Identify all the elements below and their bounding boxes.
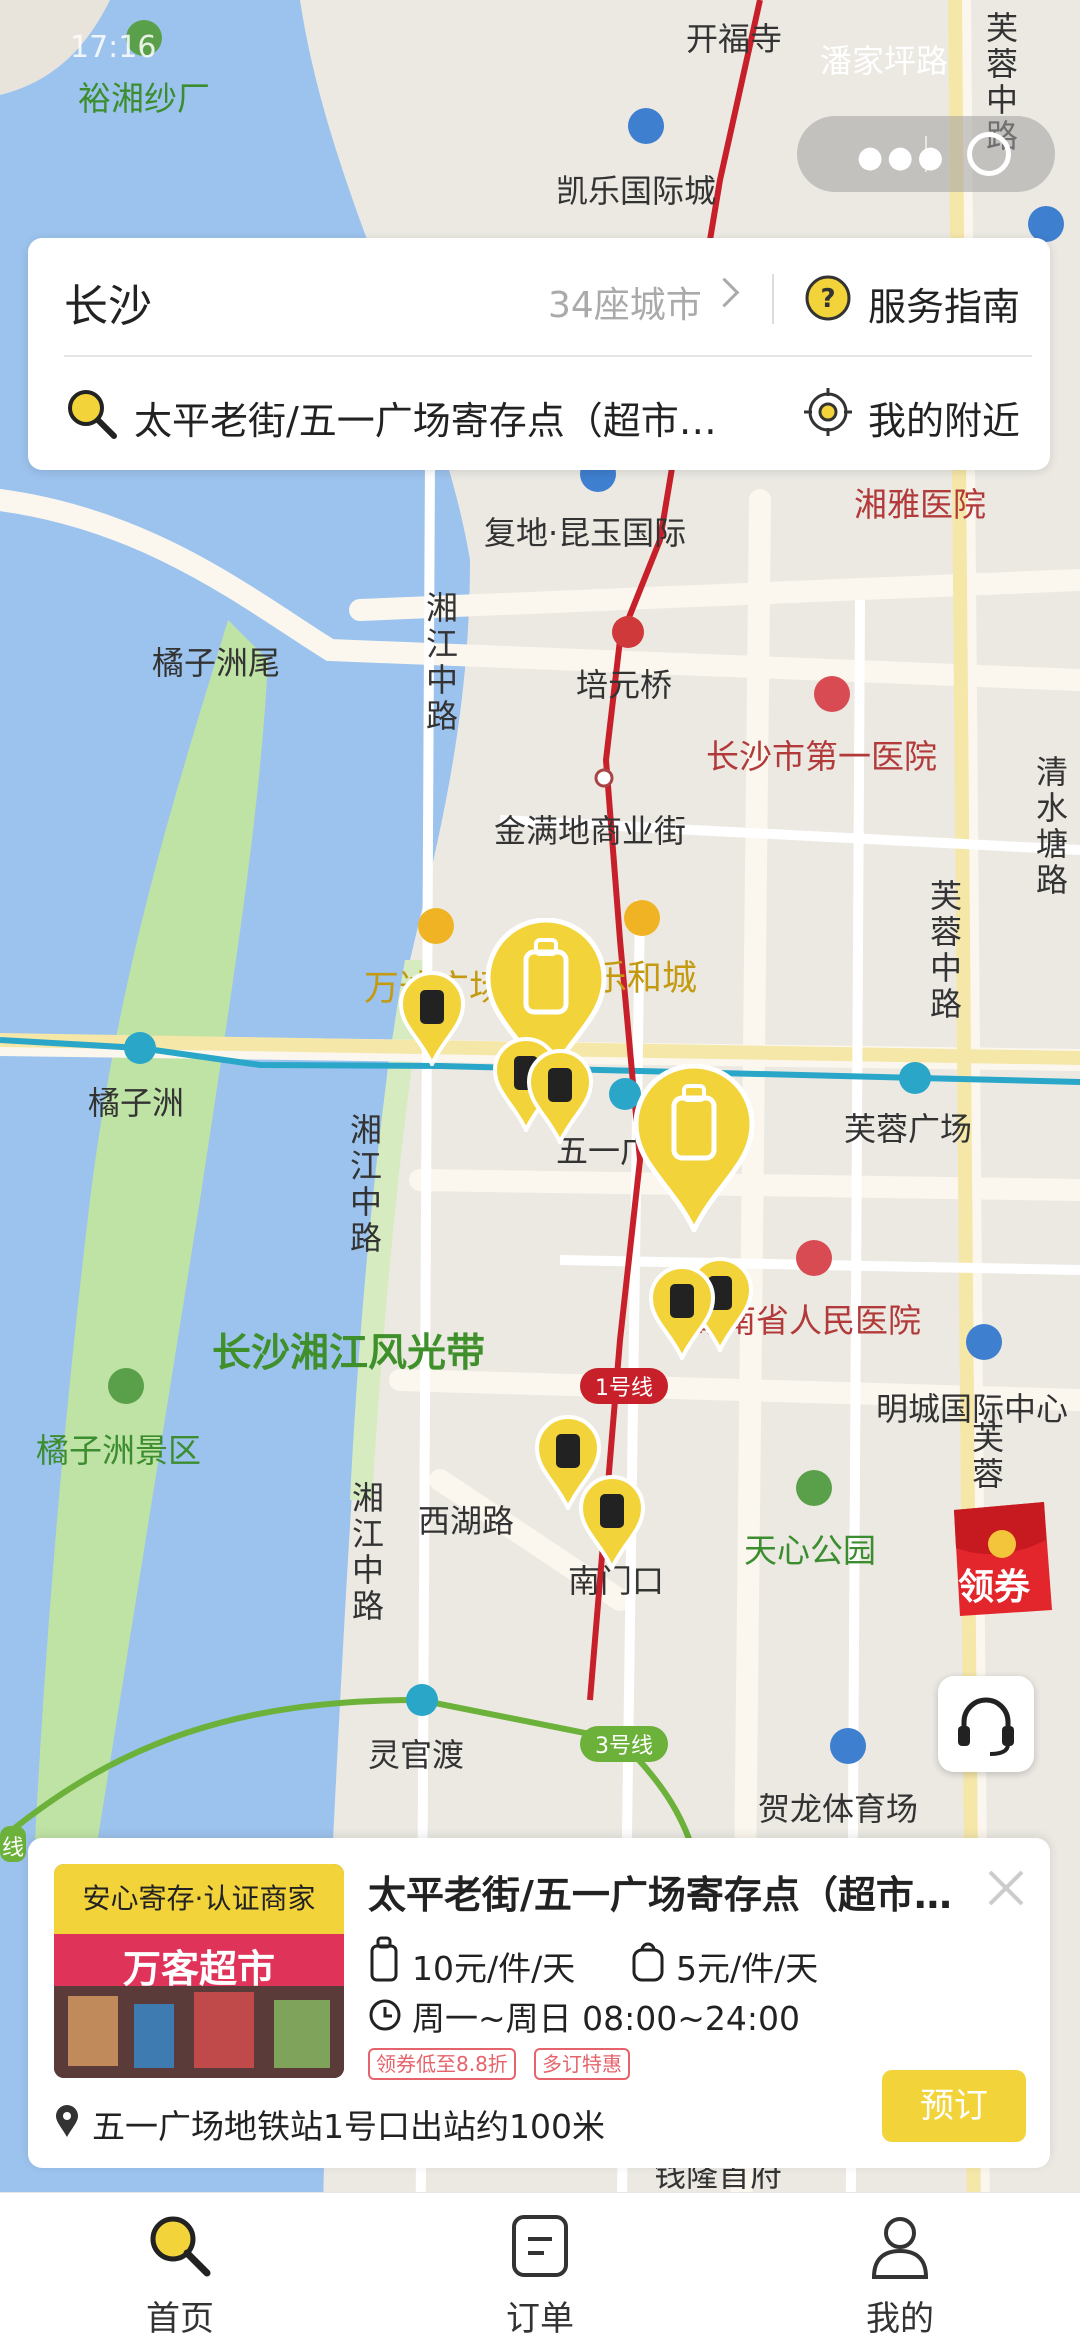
- service-guide-label: 服务指南: [868, 285, 1021, 329]
- map-label-tianxin: 天心公园: [744, 1531, 876, 1570]
- shop-address: 五一广场地铁站1号口出站约100米: [92, 2107, 605, 2146]
- business-hours: 周一~周日 08:00~24:00: [412, 1999, 800, 2038]
- map-label-juzizhou-scenic: 橘子洲景区: [36, 1431, 201, 1470]
- coupon-tag: 领券低至8.8折: [368, 2048, 516, 2080]
- map-label-xiangjiang3: 湘江中路: [351, 1479, 384, 1625]
- question-icon: ?: [805, 275, 851, 321]
- storage-pin-selected[interactable]: [632, 1064, 756, 1232]
- more-icon[interactable]: ●●●: [857, 140, 948, 175]
- coupon-float-button[interactable]: 领券: [944, 1500, 1056, 1618]
- map-label-juzizhou: 橘子洲: [88, 1084, 185, 1122]
- divider: [64, 355, 1032, 357]
- divider: [772, 274, 774, 324]
- metro-line-edge-badge: 线: [2, 1836, 25, 1861]
- city-selector[interactable]: 长沙: [64, 270, 152, 334]
- tab-mine[interactable]: 我的: [820, 2211, 980, 2341]
- map-label-xiangya: 湘雅医院: [854, 485, 986, 524]
- storage-pin[interactable]: [526, 1048, 594, 1144]
- bottom-tab-bar: 首页 订单 我的: [0, 2192, 1080, 2341]
- store-sign-text: 万客超市: [122, 1947, 275, 1991]
- map-label-kaile: 凯乐国际城: [556, 172, 717, 210]
- close-icon[interactable]: [984, 1866, 1028, 1910]
- map-label-furong-low: 芙蓉: [971, 1419, 1004, 1493]
- user-icon: [871, 2217, 929, 2279]
- map-label-xihu: 西湖路: [418, 1502, 515, 1540]
- shop-card[interactable]: 万客超市 安心寄存·认证商家 太平老街/五一广场寄存点（超市… 10元/件/天 …: [28, 1838, 1050, 2168]
- map-label-fudi: 复地·昆玉国际: [484, 514, 687, 552]
- map-label-fengguangdai: 长沙湘江风光带: [212, 1331, 486, 1376]
- map-label-diyi-hospital: 长沙市第一医院: [706, 737, 937, 776]
- large-luggage-icon: [370, 1936, 398, 1982]
- svg-text:?: ?: [820, 284, 835, 314]
- book-button[interactable]: 预订: [882, 2070, 1026, 2142]
- headset-icon: [958, 1697, 1014, 1756]
- clock-icon: [369, 1999, 401, 2031]
- storage-pin[interactable]: [578, 1474, 646, 1570]
- map-label-xiangjiang2: 湘江中路: [349, 1111, 382, 1257]
- customer-service-button[interactable]: [938, 1676, 1034, 1772]
- city-count-link[interactable]: 34座城市: [548, 276, 702, 328]
- map-label-jinmandi: 金满地商业街: [494, 812, 687, 850]
- map-label-qingshuitang: 清水塘路: [1035, 753, 1068, 899]
- home-search-icon: [150, 2216, 211, 2277]
- status-bar: 17:16: [0, 0, 1080, 80]
- certified-merchant-badge: 安心寄存·认证商家: [54, 1864, 344, 1934]
- search-card: 长沙 34座城市 ? 服务指南 太平老街/五一广场寄存点（超市… 我的附近: [28, 238, 1050, 470]
- map-label-peiyuanqiao: 培元桥: [576, 666, 673, 704]
- search-input[interactable]: 太平老街/五一广场寄存点（超市…: [64, 378, 764, 448]
- metro-line3-badge: 3号线: [595, 1734, 653, 1759]
- tab-orders[interactable]: 订单: [460, 2211, 620, 2341]
- map-label-furong-mid: 芙蓉中路: [929, 877, 962, 1023]
- storage-pin[interactable]: [398, 970, 466, 1066]
- search-icon: [68, 390, 117, 439]
- map-label-xiangjiang1: 湘江中路: [425, 589, 458, 735]
- status-time: 17:16: [70, 30, 157, 65]
- order-icon: [512, 2215, 568, 2277]
- coupon-label: 领券: [958, 1567, 1031, 1608]
- search-value: 太平老街/五一广场寄存点（超市…: [134, 399, 717, 443]
- locate-icon: [804, 388, 852, 436]
- tab-orders-label: 订单: [506, 2299, 574, 2339]
- storage-pin[interactable]: [648, 1264, 716, 1360]
- nearby-label: 我的附近: [868, 399, 1021, 443]
- small-item-price: 5元/件/天: [676, 1949, 819, 1988]
- large-item-price: 10元/件/天: [412, 1949, 576, 1988]
- tab-mine-label: 我的: [866, 2299, 934, 2339]
- shop-title[interactable]: 太平老街/五一广场寄存点（超市…: [368, 1864, 968, 1919]
- map-label-juzizhouwei: 橘子洲尾: [152, 644, 281, 682]
- shop-photo: 万客超市 安心寄存·认证商家: [54, 1864, 344, 2078]
- map-label-helong: 贺龙体育场: [758, 1790, 919, 1828]
- miniprogram-capsule[interactable]: ●●●: [797, 116, 1055, 192]
- location-pin-icon: [56, 2105, 78, 2137]
- tab-home-label: 首页: [146, 2299, 214, 2339]
- chevron-right-icon: [709, 277, 740, 308]
- map-label-lingguandu: 灵官渡: [368, 1736, 465, 1774]
- metro-line1-badge: 1号线: [595, 1376, 653, 1401]
- close-miniprogram-icon[interactable]: [967, 132, 1011, 176]
- tab-home[interactable]: 首页: [100, 2211, 260, 2341]
- capsule-divider: [925, 136, 927, 172]
- map-label-furong-square: 芙蓉广场: [844, 1110, 973, 1148]
- backpack-icon: [632, 1942, 664, 1982]
- discount-tag: 多订特惠: [534, 2048, 630, 2080]
